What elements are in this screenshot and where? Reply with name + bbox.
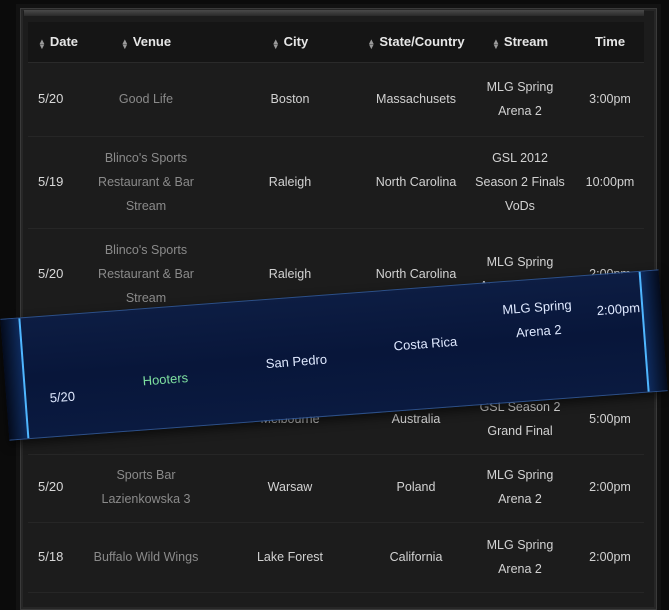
table-row[interactable]: 5/19 Blinco's Sports Restaurant & Bar Strea…: [28, 136, 644, 229]
column-header-city[interactable]: ▲ ▼ City: [204, 22, 376, 62]
cell-state: California: [389, 550, 443, 564]
stream-line: GSL 2012: [492, 151, 548, 165]
table-row[interactable]: 5/20 Good Life Boston Massachusets MLG Sprin…: [28, 62, 644, 137]
band-left-edge: [0, 318, 30, 440]
column-header-stream[interactable]: ▲ ▼ Stream: [474, 22, 566, 62]
highlight-time: 2:00pm: [596, 299, 641, 319]
highlight-venue: Hooters: [142, 370, 189, 389]
band-right-edge: [638, 270, 668, 392]
stream-line: VoDs: [505, 199, 535, 213]
stream-line: Grand Final: [487, 424, 553, 438]
highlight-date: 5/20: [49, 388, 76, 406]
cell-state: North Carolina: [375, 175, 457, 189]
stream-line: Arena 2: [498, 492, 542, 506]
venue-line: Blinco's Sports: [104, 151, 188, 165]
sort-icon: ▲ ▼: [492, 36, 500, 51]
venue-line: Stream: [125, 199, 167, 213]
cell-time: 3:00pm: [589, 92, 631, 106]
stream-line: MLG Spring: [486, 255, 554, 269]
cell-stream: GSL 2012 Season 2 Finals VoDs: [474, 136, 566, 228]
cell-city: Warsaw: [267, 480, 313, 494]
cell-venue: Buffalo Wild Wings: [88, 522, 204, 592]
venue-line: Good Life: [118, 92, 174, 106]
table-row[interactable]: 5/18 Buffalo Wild Wings Lake Forest Califor…: [28, 522, 644, 593]
sort-icon: ▲ ▼: [120, 36, 129, 51]
venue-line: Lazienkowska 3: [101, 492, 191, 506]
sort-icon: ▲ ▼: [37, 36, 46, 51]
cell-city: Boston: [270, 92, 310, 106]
stream-line: MLG Spring: [486, 80, 554, 94]
stream-line: MLG Spring: [486, 538, 554, 552]
cell-date: 5/20: [38, 479, 64, 494]
highlight-state: Costa Rica: [393, 333, 458, 354]
cell-state: Massachusets: [376, 92, 456, 106]
venue-line: Restaurant & Bar: [98, 267, 194, 281]
stream-line: MLG Spring: [486, 468, 554, 482]
panel-top-bar: [24, 10, 644, 16]
cell-venue: Blinco's Sports Restaurant & Bar Stream: [88, 136, 204, 228]
column-header-time[interactable]: Time: [576, 22, 644, 62]
column-header-state[interactable]: ▲ ▼ State/Country: [358, 22, 474, 62]
table-header: ▲ ▼ Date ▲ ▼ Venue ▲ ▼ City ▲ ▼ State/Country ▲ ▼…: [28, 22, 644, 63]
cell-city: Lake Forest: [256, 550, 323, 564]
table-row[interactable]: 5/20 Sports Bar Lazienkowska 3 Warsaw Poland…: [28, 452, 644, 523]
cell-date: 5/20: [38, 266, 64, 281]
cell-date: 5/20: [38, 91, 64, 106]
cell-state: Poland: [396, 480, 436, 494]
stream-line: Season 2 Finals: [475, 175, 565, 189]
venue-line: Restaurant & Bar: [98, 175, 194, 189]
cell-time: 10:00pm: [585, 175, 635, 189]
cell-venue: Sports Bar Lazienkowska 3: [88, 452, 204, 522]
sort-icon: ▲ ▼: [271, 36, 280, 51]
column-header-venue[interactable]: ▲ ▼ Venue: [88, 22, 204, 62]
cell-venue: Good Life: [88, 62, 204, 136]
sort-icon: ▲ ▼: [367, 36, 376, 51]
venue-line: Sports Bar: [116, 468, 176, 482]
cell-time: 2:00pm: [589, 480, 631, 494]
venue-line: Blinco's Sports: [104, 243, 188, 257]
cell-date: 5/18: [38, 549, 64, 564]
cell-stream: MLG Spring Arena 2: [474, 522, 566, 592]
highlight-city: San Pedro: [265, 351, 328, 372]
column-header-date[interactable]: ▲ ▼ Date: [28, 22, 88, 62]
cell-date: 5/19: [38, 174, 64, 189]
cell-city: Raleigh: [268, 175, 312, 189]
highlight-stream: MLG Spring Arena 2: [501, 297, 573, 341]
cell-stream: MLG Spring Arena 2: [474, 62, 566, 136]
cell-stream: MLG Spring Arena 2: [474, 452, 566, 522]
stream-line: Arena 2: [498, 104, 542, 118]
venue-line: Buffalo Wild Wings: [93, 550, 199, 564]
cell-time: 2:00pm: [589, 550, 631, 564]
stream-line: Arena 2: [498, 562, 542, 576]
